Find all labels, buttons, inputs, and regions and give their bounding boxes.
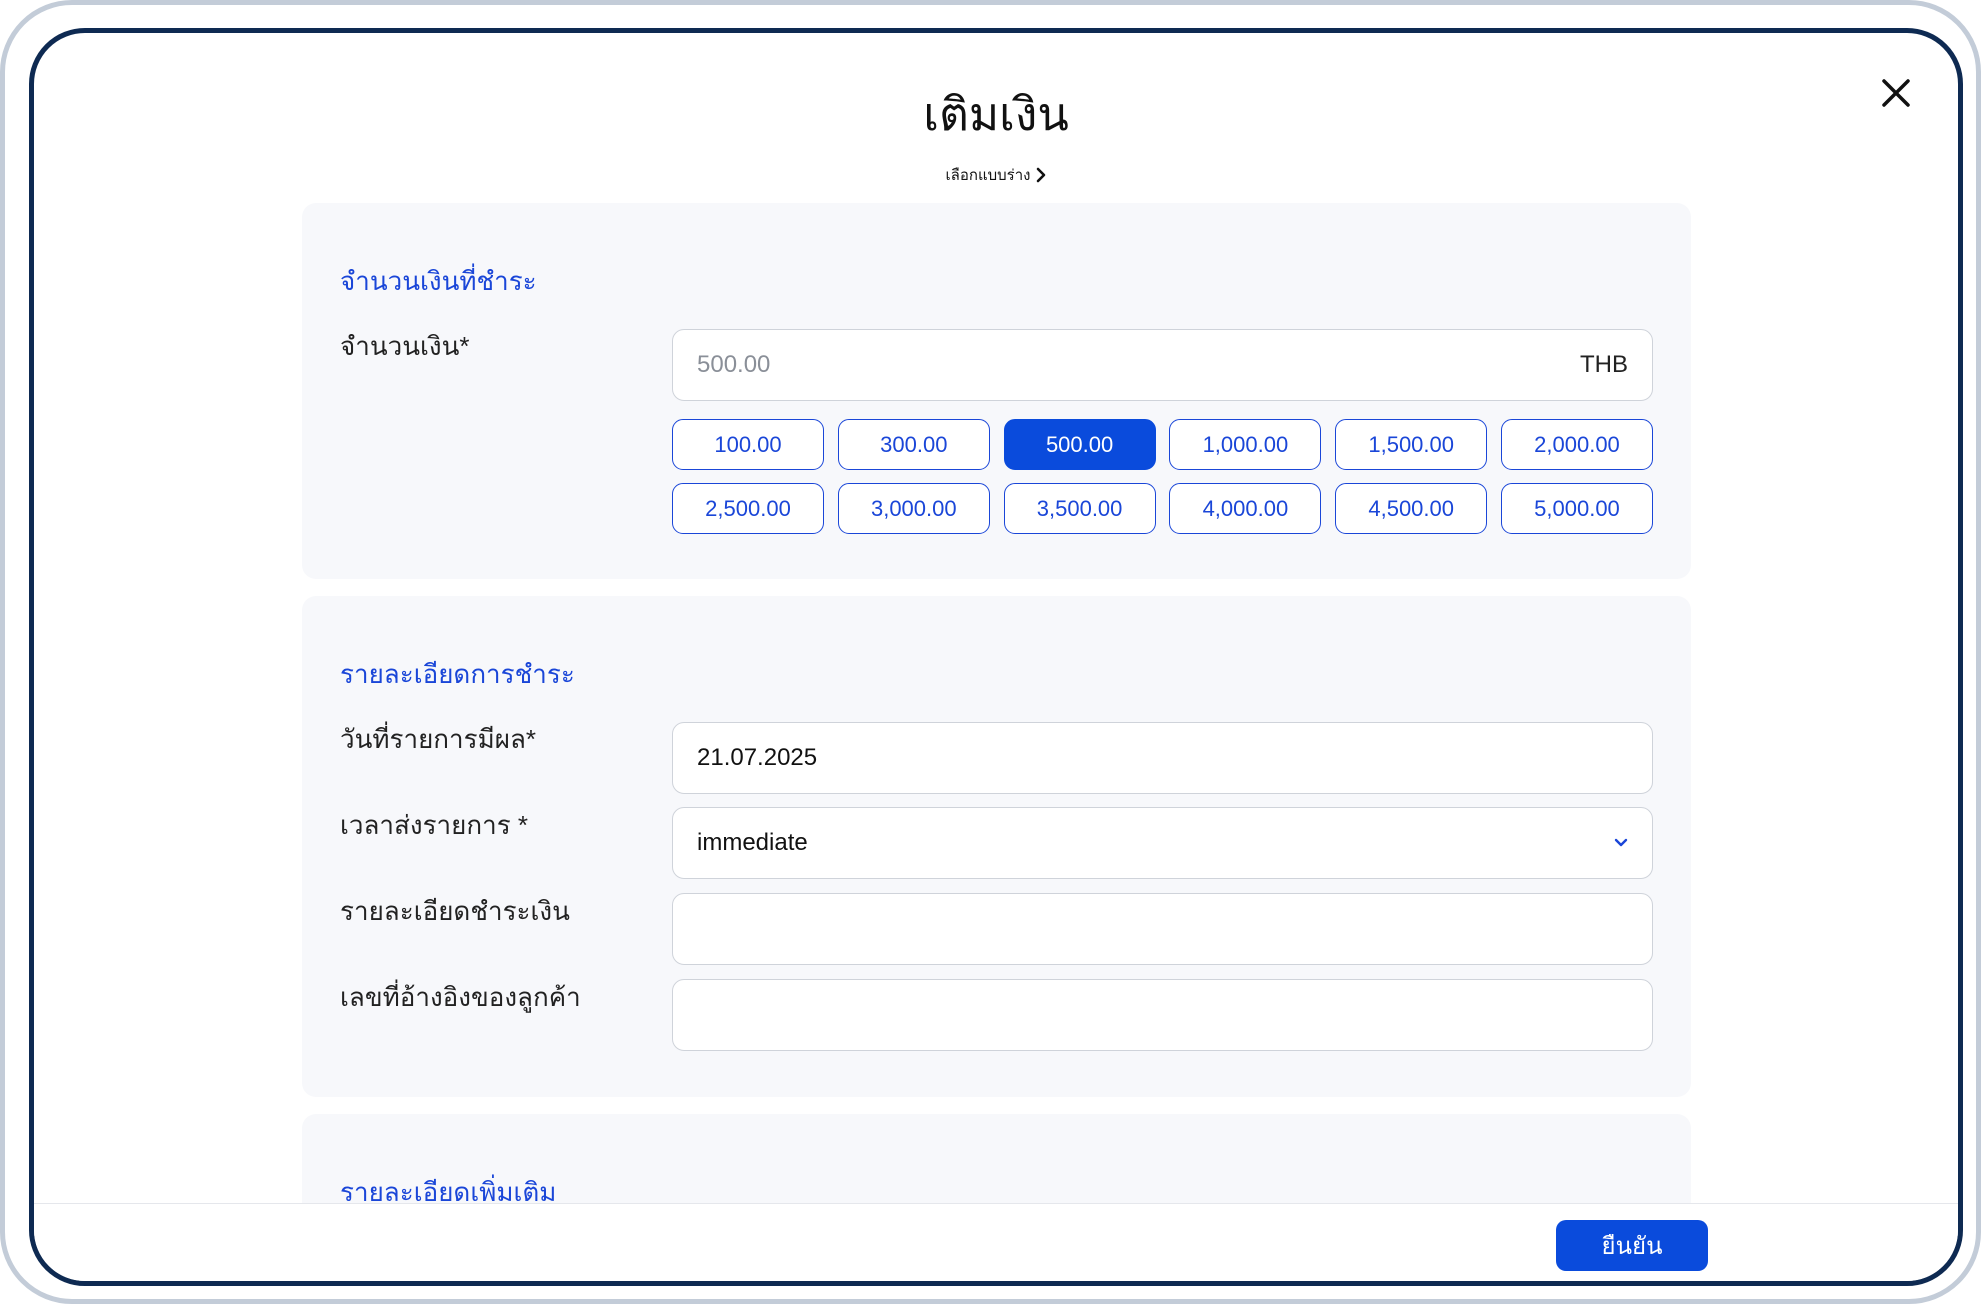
customer-ref-label: เลขที่อ้างอิงของลูกค้า [340,982,581,1012]
currency-label: THB [1580,351,1628,378]
quick-amount-chip[interactable]: 1,500.00 [1335,419,1488,470]
send-time-select[interactable]: immediate [672,807,1653,879]
effective-date-value: 21.07.2025 [697,744,818,771]
modal-window: เติมเงิน เลือกแบบร่าง จำนวนเงินที่ชำระ จ… [29,28,1963,1286]
quick-amount-chip[interactable]: 5,000.00 [1500,483,1653,534]
payment-details-input[interactable] [697,915,1628,943]
amount-input[interactable] [697,351,1568,379]
extra-section-title: รายละเอียดเพิ่มเติม [340,1177,557,1203]
payment-details-section: รายละเอียดการชำระ วันที่รายการมีผล* 21.0… [302,596,1691,1097]
effective-date-label: วันที่รายการมีผล* [340,724,537,754]
amount-section-title: จำนวนเงินที่ชำระ [340,266,537,296]
quick-amount-chip[interactable]: 2,000.00 [1500,419,1653,470]
device-frame: เติมเงิน เลือกแบบร่าง จำนวนเงินที่ชำระ จ… [0,0,1981,1304]
effective-date-field[interactable]: 21.07.2025 [672,722,1653,794]
payment-details-label: รายละเอียดชำระเงิน [340,896,570,926]
quick-amount-chip[interactable]: 3,500.00 [1003,483,1156,534]
quick-amount-chip[interactable]: 1,000.00 [1169,419,1322,470]
modal-scroll-area[interactable]: เติมเงิน เลือกแบบร่าง จำนวนเงินที่ชำระ จ… [34,33,1958,1203]
quick-amount-chip[interactable]: 4,000.00 [1169,483,1322,534]
select-template-label: เลือกแบบร่าง [945,167,1031,184]
quick-amount-chip[interactable]: 3,000.00 [837,483,990,534]
modal-title: เติมเงิน [923,88,1069,140]
quick-amount-chip[interactable]: 300.00 [837,419,990,470]
quick-amount-chip[interactable]: 2,500.00 [672,483,824,534]
quick-amount-chip-selected[interactable]: 500.00 [1003,419,1156,470]
quick-amount-chips: 100.00 300.00 500.00 1,000.00 1,500.00 2… [672,419,1653,534]
send-time-label: เวลาส่งรายการ * [340,810,529,840]
amount-label: จำนวนเงิน* [340,331,470,361]
quick-amount-chip[interactable]: 4,500.00 [1335,483,1488,534]
extra-details-section: รายละเอียดเพิ่มเติม [302,1114,1691,1203]
amount-input-field[interactable]: THB [672,329,1653,401]
amount-section: จำนวนเงินที่ชำระ จำนวนเงิน* THB 100.00 3… [302,203,1691,579]
close-button[interactable] [1866,63,1926,123]
quick-amount-chip[interactable]: 100.00 [672,419,824,470]
chevron-down-icon [1614,838,1628,848]
send-time-value: immediate [697,829,808,856]
chevron-right-icon [1037,167,1046,183]
payment-details-field[interactable] [672,893,1653,965]
payment-section-title: รายละเอียดการชำระ [340,659,575,689]
select-template-link[interactable]: เลือกแบบร่าง [34,163,1958,187]
modal-footer: ยืนยัน [34,1203,1958,1281]
confirm-button[interactable]: ยืนยัน [1556,1220,1708,1271]
customer-ref-input[interactable] [697,1001,1628,1029]
close-icon [1882,79,1910,107]
customer-ref-field[interactable] [672,979,1653,1051]
